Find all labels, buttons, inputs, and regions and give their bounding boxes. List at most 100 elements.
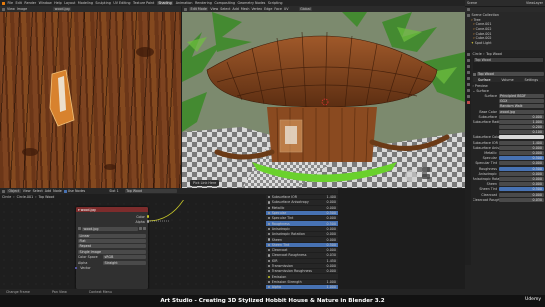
input-socket[interactable]: [268, 264, 271, 268]
breadcrumb-mesh[interactable]: Circle.001: [17, 195, 34, 199]
input-socket[interactable]: [268, 201, 271, 204]
image-menu-view[interactable]: View: [7, 7, 15, 11]
property-value-field[interactable]: 0.000: [498, 151, 544, 156]
outliner-item[interactable]: ✦ Spot Light: [467, 41, 543, 46]
menu-item-geometry-nodes[interactable]: Geometry Nodes: [238, 1, 266, 5]
input-socket[interactable]: [268, 243, 271, 246]
3d-viewport[interactable]: Pick Link Here: [182, 12, 465, 188]
node-field-value[interactable]: Straight: [103, 260, 146, 265]
blender-logo-icon[interactable]: [2, 1, 5, 5]
node-editor-canvas[interactable]: ▾ wood.jpg Color Alpha wood.jpg Linear Fla…: [0, 200, 266, 289]
image-editor-canvas[interactable]: [0, 12, 181, 188]
node-dropdown[interactable]: Repeat: [78, 244, 146, 249]
input-socket[interactable]: [268, 280, 271, 283]
menu-item-help[interactable]: Help: [54, 1, 62, 5]
property-value-field[interactable]: 0.030: [498, 197, 544, 202]
menu-item-uv-editing[interactable]: UV Editing: [113, 1, 130, 5]
tab-surface[interactable]: Surface: [478, 78, 491, 82]
tab-settings[interactable]: Settings: [525, 78, 539, 82]
scene-name[interactable]: Scene: [467, 1, 477, 5]
material-tab-icon[interactable]: [466, 101, 470, 104]
input-socket[interactable]: [268, 254, 271, 257]
material-input-value[interactable]: 0.500: [316, 211, 338, 215]
input-socket[interactable]: [268, 270, 271, 273]
mode-selector[interactable]: Edit Mode: [189, 7, 209, 11]
node-menu-add[interactable]: Add: [45, 189, 51, 193]
property-value-field[interactable]: 0.000: [498, 145, 544, 150]
material-input-value[interactable]: 0.000: [316, 227, 338, 231]
menu-item-animation[interactable]: Animation: [176, 1, 193, 5]
material-input-value[interactable]: 0.000: [316, 200, 338, 204]
viewport-menu-face[interactable]: Face: [274, 7, 281, 11]
input-socket[interactable]: [268, 249, 271, 252]
output-color-socket[interactable]: [146, 215, 149, 218]
node-dropdown[interactable]: Flat: [78, 239, 146, 244]
viewport-menu-mesh[interactable]: Mesh: [241, 7, 250, 11]
image-name-input[interactable]: wood.jpg: [82, 226, 138, 231]
shader-selector[interactable]: Principled BSDF: [498, 93, 544, 98]
modifier-tab-icon[interactable]: [466, 89, 470, 92]
material-input-value[interactable]: 0.500: [316, 243, 338, 247]
menu-item-window[interactable]: Window: [39, 1, 52, 5]
breadcrumb-material[interactable]: Top Wood: [39, 195, 55, 199]
output-alpha-socket[interactable]: [146, 220, 149, 223]
material-slot-list[interactable]: Top Wood: [472, 57, 544, 71]
view-layer-name[interactable]: ViewLayer: [526, 1, 543, 5]
menu-item-rendering[interactable]: Rendering: [195, 1, 212, 5]
property-value-field[interactable]: 0.000: [498, 176, 544, 181]
material-input-value[interactable]: 0.000: [316, 206, 338, 210]
object-selector[interactable]: Object: [7, 189, 21, 193]
menu-item-compositing[interactable]: Compositing: [214, 1, 235, 5]
menu-item-texture-paint[interactable]: Texture Paint: [133, 1, 154, 5]
menu-item-modeling[interactable]: Modeling: [78, 1, 93, 5]
image-browse-icon[interactable]: [78, 227, 81, 230]
property-value-field[interactable]: 0.000: [498, 171, 544, 176]
input-socket[interactable]: [268, 206, 271, 209]
material-input-value[interactable]: 1.400: [316, 195, 338, 199]
material-input-value[interactable]: 0.000: [316, 269, 338, 273]
property-value-field[interactable]: 0.100: [498, 130, 544, 135]
viewport-menu-edge[interactable]: Edge: [264, 7, 272, 11]
tool-tab-icon[interactable]: [466, 53, 470, 56]
image-close-icon[interactable]: [143, 227, 146, 230]
menu-item-layout[interactable]: Layout: [64, 1, 75, 5]
input-vector-socket[interactable]: [75, 266, 78, 270]
property-value-field[interactable]: 0.000: [498, 192, 544, 197]
data-tab-icon[interactable]: [466, 95, 470, 98]
viewport-type-icon[interactable]: [184, 7, 187, 11]
viewport-menu-select[interactable]: Select: [220, 7, 230, 11]
input-socket[interactable]: [268, 222, 271, 225]
input-socket[interactable]: [268, 286, 271, 289]
property-value-field[interactable]: 0.500: [498, 156, 544, 161]
property-value-field[interactable]: 0.000: [498, 114, 544, 119]
viewport-menu-uv[interactable]: UV: [284, 7, 289, 11]
slot-selector[interactable]: Slot 1: [109, 189, 118, 193]
viewport-menu-vertex[interactable]: Vertex: [252, 7, 263, 11]
property-value-field[interactable]: 0.200: [498, 125, 544, 130]
output-tab-icon[interactable]: [466, 65, 470, 68]
node-editor-type-icon[interactable]: [2, 189, 5, 193]
use-nodes-checkbox[interactable]: Use Nodes: [63, 189, 85, 193]
node-menu-select[interactable]: Select: [33, 189, 43, 193]
input-socket[interactable]: [268, 233, 271, 236]
property-value-field[interactable]: 1.000: [498, 119, 544, 124]
property-value-field[interactable]: 0.000: [498, 182, 544, 187]
menu-item-file[interactable]: File: [8, 1, 14, 5]
tab-volume[interactable]: Volume: [501, 78, 513, 82]
node-dropdown[interactable]: Linear: [78, 233, 146, 238]
menu-item-edit[interactable]: Edit: [16, 1, 22, 5]
editor-type-icon[interactable]: [2, 7, 5, 11]
property-value-field[interactable]: [498, 135, 544, 140]
input-socket[interactable]: [268, 217, 271, 220]
material-sphere-icon[interactable]: [472, 72, 476, 76]
orientation-selector[interactable]: Global: [298, 7, 313, 11]
material-input-value[interactable]: 0.000: [316, 248, 338, 252]
menu-item-render[interactable]: Render: [24, 1, 36, 5]
menu-item-shading[interactable]: Shading: [156, 1, 174, 5]
base-color-link[interactable]: wood.jpg: [498, 109, 544, 114]
object-tab-icon[interactable]: [466, 83, 470, 86]
scene-tab-icon[interactable]: [466, 71, 470, 74]
subsurface-method-selector[interactable]: Random Walk: [498, 104, 544, 109]
input-socket[interactable]: [268, 196, 271, 199]
node-dropdown[interactable]: Single Image: [78, 249, 146, 254]
